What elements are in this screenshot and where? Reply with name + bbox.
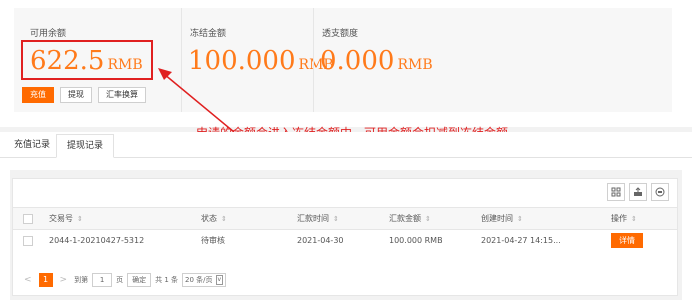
cell-remit-time: 2021-04-30	[297, 229, 389, 252]
table-toolbar	[607, 183, 677, 201]
col-trade-no[interactable]: 交易号 ⇕	[49, 207, 201, 230]
sort-icon[interactable]: ⇕	[77, 215, 83, 223]
page-size-select[interactable]: 20 条/页 v	[182, 273, 227, 287]
sort-icon[interactable]: ⇕	[221, 215, 227, 223]
table-container: 交易号 ⇕ 状态 ⇕ 汇款时间 ⇕ 汇款金额 ⇕ 创建时间 ⇕ 操作 ⇕ 2044-1-20…	[10, 170, 682, 300]
chevron-down-icon: v	[215, 275, 224, 285]
balance-panel: 可用余额 622.5 RMB 冻结金额 100.000 RMB 透支额度 0.000…	[0, 0, 692, 133]
col-remit-time[interactable]: 汇款时间 ⇕	[297, 207, 389, 230]
goto-page-input[interactable]: 1	[92, 273, 113, 287]
records-panel: 充值记录 提现记录 交易号 ⇕ 状态 ⇕ 汇款时间 ⇕ 汇款金额 ⇕ 创建时间 …	[0, 132, 692, 300]
overdraft-limit-amount: 0.000	[320, 46, 395, 76]
cell-created: 2021-04-27 14:15...	[481, 229, 611, 252]
table-row: 2044-1-20210427-5312 待审核 2021-04-30 100.…	[13, 229, 677, 252]
col-amount[interactable]: 汇款金额 ⇕	[389, 207, 481, 230]
sort-icon[interactable]: ⇕	[333, 215, 339, 223]
page-unit-label: 页	[116, 276, 124, 284]
withdraw-table-box: 交易号 ⇕ 状态 ⇕ 汇款时间 ⇕ 汇款金额 ⇕ 创建时间 ⇕ 操作 ⇕ 2044-1-20…	[12, 178, 678, 296]
annotation-highlight-box	[21, 40, 153, 80]
cell-amount: 100.000 RMB	[389, 229, 481, 252]
detail-button[interactable]: 详情	[611, 233, 643, 249]
next-page-button[interactable]: >	[57, 275, 71, 285]
recharge-button[interactable]: 充值	[22, 87, 54, 103]
withdraw-button[interactable]: 提现	[60, 87, 92, 103]
columns-icon[interactable]	[607, 183, 625, 201]
frozen-balance-label: 冻结金额	[190, 29, 227, 39]
cell-trade-no: 2044-1-20210427-5312	[49, 229, 201, 252]
sort-icon[interactable]: ⇕	[517, 215, 523, 223]
goto-label: 到第	[74, 276, 89, 284]
overdraft-limit: 透支额度 0.000 RMB	[313, 8, 513, 112]
goto-confirm-button[interactable]: 确定	[127, 273, 152, 287]
row-checkbox[interactable]	[23, 235, 33, 246]
col-status[interactable]: 状态 ⇕	[201, 207, 297, 230]
pagination: < 1 > 到第 1 页 确定 共 1 条 20 条/页 v	[21, 273, 227, 287]
export-icon[interactable]	[629, 183, 647, 201]
tab-recharge-records[interactable]: 充值记录	[4, 134, 60, 158]
overdraft-limit-label: 透支额度	[322, 29, 359, 39]
tab-withdraw-records[interactable]: 提现记录	[56, 134, 115, 158]
table-header-row: 交易号 ⇕ 状态 ⇕ 汇款时间 ⇕ 汇款金额 ⇕ 创建时间 ⇕ 操作 ⇕	[13, 207, 677, 230]
overdraft-limit-unit: RMB	[397, 57, 433, 73]
balance-actions: 充值 提现 汇率换算	[22, 87, 146, 103]
available-balance-label: 可用余额	[30, 29, 67, 39]
print-icon[interactable]	[651, 183, 669, 201]
sort-icon[interactable]: ⇕	[631, 215, 637, 223]
col-actions: 操作 ⇕	[611, 207, 677, 230]
withdraw-records-table: 交易号 ⇕ 状态 ⇕ 汇款时间 ⇕ 汇款金额 ⇕ 创建时间 ⇕ 操作 ⇕ 2044-1-20…	[13, 207, 677, 252]
prev-page-button[interactable]: <	[21, 275, 35, 285]
col-created[interactable]: 创建时间 ⇕	[481, 207, 611, 230]
page-number-current[interactable]: 1	[38, 273, 53, 287]
sort-icon[interactable]: ⇕	[425, 215, 431, 223]
records-tabs: 充值记录 提现记录	[0, 132, 692, 158]
exchange-rate-button[interactable]: 汇率换算	[98, 87, 146, 103]
select-all-checkbox[interactable]	[23, 213, 33, 224]
overdraft-limit-value: 0.000 RMB	[320, 46, 433, 76]
total-count: 共 1 条	[155, 276, 178, 284]
cell-status: 待审核	[201, 229, 297, 252]
